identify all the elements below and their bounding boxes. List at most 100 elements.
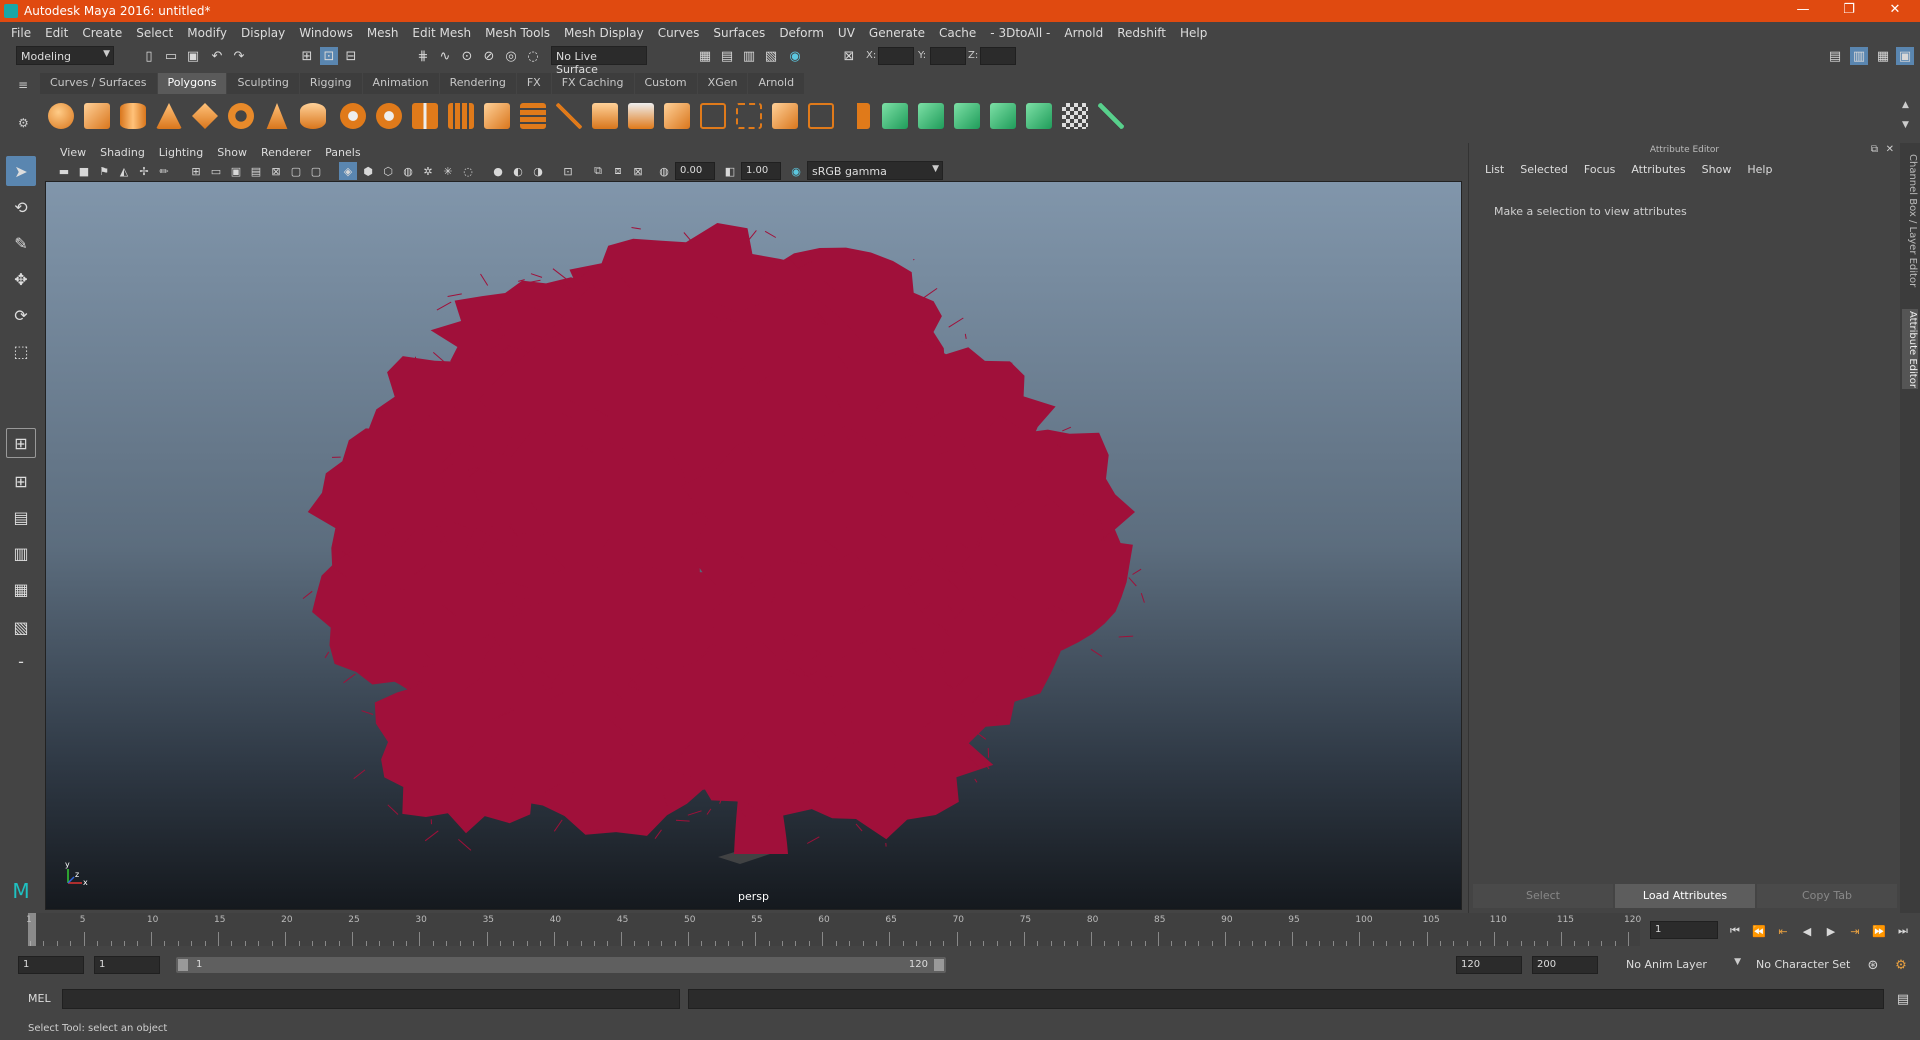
lasso-tool-icon[interactable]: ⟲: [6, 192, 36, 222]
poly-pipe-icon[interactable]: [300, 103, 326, 129]
menu-3dtoall[interactable]: - 3DtoAll -: [983, 26, 1057, 40]
menu-generate[interactable]: Generate: [862, 26, 932, 40]
menu-redshift[interactable]: Redshift: [1110, 26, 1173, 40]
viewport-menu-shading[interactable]: Shading: [93, 146, 152, 159]
menu-help[interactable]: Help: [1173, 26, 1214, 40]
menu-windows[interactable]: Windows: [292, 26, 360, 40]
transform-constraint-icon[interactable]: ⊠: [840, 47, 858, 65]
grid-icon[interactable]: ⊞: [187, 162, 205, 180]
safe-title-icon[interactable]: ▢: [307, 162, 325, 180]
shelf-scroll-down-icon[interactable]: ▼: [1902, 120, 1909, 130]
select-object-icon[interactable]: ⊡: [320, 47, 338, 65]
menu-display[interactable]: Display: [234, 26, 292, 40]
z-coord-field[interactable]: [980, 47, 1016, 65]
viewport-menu-view[interactable]: View: [53, 146, 93, 159]
channel-box-toggle-icon[interactable]: ▣: [1896, 47, 1914, 65]
menu-mesh[interactable]: Mesh: [360, 26, 406, 40]
step-forward-key-icon[interactable]: ⇥: [1846, 922, 1864, 940]
poly-sphere-icon[interactable]: [48, 103, 74, 129]
close-panel-icon[interactable]: ✕: [1886, 144, 1894, 155]
menu-curves[interactable]: Curves: [651, 26, 707, 40]
menu-modify[interactable]: Modify: [180, 26, 234, 40]
select-component-icon[interactable]: ⊟: [342, 47, 360, 65]
textured-icon[interactable]: ◍: [399, 162, 417, 180]
xray-icon[interactable]: ⧉: [589, 162, 607, 180]
scale-tool-icon[interactable]: ⬚: [6, 336, 36, 366]
load-attributes-button[interactable]: Load Attributes: [1615, 884, 1755, 908]
scene-end-field[interactable]: 200: [1532, 956, 1598, 974]
separate-icon[interactable]: [376, 103, 402, 129]
save-scene-icon[interactable]: ▣: [184, 47, 202, 65]
tab-custom[interactable]: Custom: [634, 73, 697, 94]
maximize-button[interactable]: ❐: [1826, 0, 1872, 22]
viewport-menu-panels[interactable]: Panels: [318, 146, 367, 159]
attribute-editor-toggle-icon[interactable]: ▥: [1850, 47, 1868, 65]
step-forward-frame-icon[interactable]: ⏩: [1870, 922, 1888, 940]
viewport-menu-lighting[interactable]: Lighting: [152, 146, 210, 159]
persp-hypershade-layout-icon[interactable]: ▦: [6, 574, 36, 604]
mirror-icon[interactable]: [412, 103, 438, 129]
menu-create[interactable]: Create: [75, 26, 129, 40]
tab-fx[interactable]: FX: [516, 73, 551, 94]
wireframe-on-shaded-icon[interactable]: ⬡: [379, 162, 397, 180]
select-tool-icon[interactable]: ➤: [6, 156, 36, 186]
target-weld-icon[interactable]: [700, 103, 726, 129]
xray-components-icon[interactable]: ⊠: [629, 162, 647, 180]
script-editor-icon[interactable]: ▤: [1894, 990, 1912, 1008]
poly-cylinder-icon[interactable]: [120, 103, 146, 129]
use-lights-icon[interactable]: ✲: [419, 162, 437, 180]
render-settings-icon[interactable]: ▧: [762, 47, 780, 65]
shelf-scroll-up-icon[interactable]: ▲: [1902, 100, 1909, 110]
current-frame-marker[interactable]: [28, 913, 36, 946]
uv-editor-icon[interactable]: [1098, 103, 1124, 129]
tab-fx-caching[interactable]: FX Caching: [551, 73, 634, 94]
undo-icon[interactable]: ↶: [208, 47, 226, 65]
grease-pencil-icon[interactable]: ✏: [155, 162, 173, 180]
live-surface-field[interactable]: No Live Surface: [551, 46, 647, 76]
ipr-render-icon[interactable]: ▥: [740, 47, 758, 65]
xray-joints-icon[interactable]: ⧈: [609, 162, 627, 180]
poly-torus-icon[interactable]: [228, 103, 254, 129]
combine-icon[interactable]: [340, 103, 366, 129]
menu-deform[interactable]: Deform: [772, 26, 831, 40]
color-management-icon[interactable]: ◉: [787, 162, 805, 180]
auto-key-icon[interactable]: ⊛: [1864, 956, 1882, 974]
snap-view-icon[interactable]: ⊘: [480, 47, 498, 65]
image-plane-icon[interactable]: ◭: [115, 162, 133, 180]
anim-layer-dropdown[interactable]: No Anim Layer ▼: [1622, 955, 1744, 974]
animation-preferences-icon[interactable]: ⚙: [1892, 956, 1910, 974]
attr-menu-show[interactable]: Show: [1694, 163, 1740, 176]
select-button[interactable]: Select: [1473, 884, 1613, 908]
shadows-icon[interactable]: ✳: [439, 162, 457, 180]
range-end-handle[interactable]: [934, 959, 944, 971]
extract-icon[interactable]: [772, 103, 798, 129]
range-slider[interactable]: 1 120: [176, 957, 946, 973]
shelf-settings-icon[interactable]: ⚙: [18, 116, 32, 130]
persp-graph-layout-icon[interactable]: ▥: [6, 538, 36, 568]
gate-mask-icon[interactable]: ▤: [247, 162, 265, 180]
move-tool-icon[interactable]: ✥: [6, 264, 36, 294]
select-hierarchy-icon[interactable]: ⊞: [298, 47, 316, 65]
modeling-toolkit-icon[interactable]: ▤: [1826, 47, 1844, 65]
mode-selector[interactable]: Modeling ▼: [16, 46, 114, 65]
append-poly-icon[interactable]: [628, 103, 654, 129]
film-gate-icon[interactable]: ▭: [207, 162, 225, 180]
uv-automatic-icon[interactable]: [990, 103, 1016, 129]
uv-cylindrical-icon[interactable]: [918, 103, 944, 129]
tab-polygons[interactable]: Polygons: [157, 73, 227, 94]
rotate-tool-icon[interactable]: ⟳: [6, 300, 36, 330]
attr-menu-help[interactable]: Help: [1739, 163, 1780, 176]
snap-point-icon[interactable]: ⊙: [458, 47, 476, 65]
uv-spherical-icon[interactable]: [954, 103, 980, 129]
tab-arnold[interactable]: Arnold: [748, 73, 805, 94]
y-coord-field[interactable]: [930, 47, 966, 65]
redo-icon[interactable]: ↷: [230, 47, 248, 65]
collapse-icon[interactable]: [808, 103, 834, 129]
uv-unfold-icon[interactable]: [1026, 103, 1052, 129]
extrude-icon[interactable]: [520, 103, 546, 129]
poly-plane-icon[interactable]: [192, 103, 218, 129]
outliner-layout-icon[interactable]: ▧: [6, 612, 36, 642]
smooth-icon[interactable]: [448, 103, 474, 129]
bevel-icon[interactable]: [484, 103, 510, 129]
persp-outliner-layout-icon[interactable]: ▤: [6, 502, 36, 532]
